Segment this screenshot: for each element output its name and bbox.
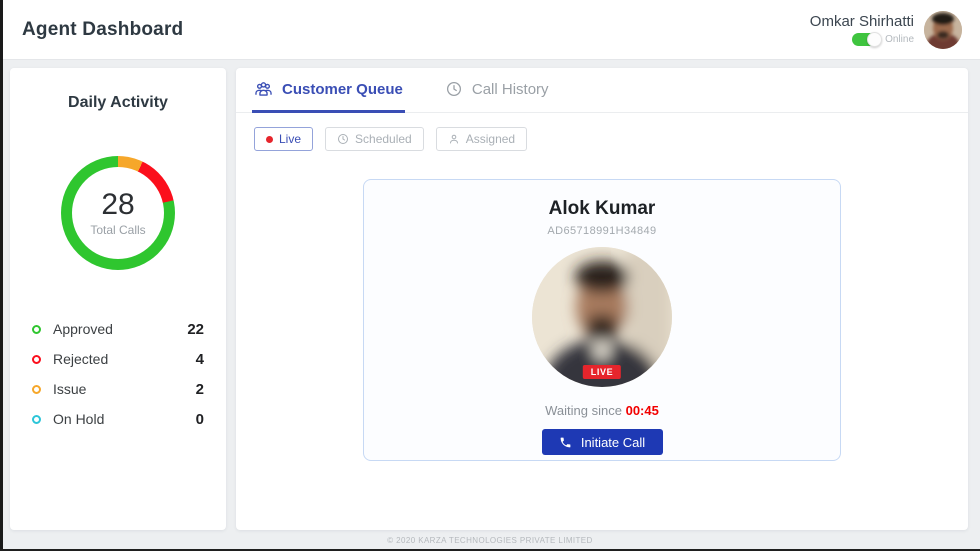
clock-icon [338, 134, 349, 144]
approved-ring-icon [32, 324, 41, 334]
online-status-label: Online [885, 34, 914, 45]
legend-value: 4 [195, 350, 204, 368]
legend-row-rejected: Rejected 4 [32, 344, 204, 374]
page-title: Agent Dashboard [22, 18, 184, 40]
activity-legend: Approved 22 Rejected 4 Issue 2 On Hold 0 [10, 314, 226, 434]
daily-activity-card: Daily Activity 28 Total Calls Approved 2… [10, 68, 226, 530]
phone-icon [560, 437, 571, 447]
legend-label: Approved [53, 321, 113, 337]
agent-dashboard-page: Agent Dashboard Omkar Shirhatti Online D… [0, 0, 980, 551]
customer-queue-card: Alok Kumar AD65718991H34849 LIVE Waiting… [363, 179, 841, 461]
on-hold-ring-icon [32, 414, 41, 424]
online-status-row: Online [852, 32, 914, 47]
total-calls-label: Total Calls [90, 222, 146, 237]
filter-label: Assigned [465, 132, 516, 146]
user-meta: Omkar Shirhatti Online [809, 13, 914, 47]
red-dot-icon [266, 135, 273, 143]
donut-center: 28 Total Calls [72, 167, 164, 259]
toggle-knob [867, 32, 883, 47]
queue-filters: Live Scheduled Assigned [236, 113, 968, 151]
daily-activity-title: Daily Activity [68, 94, 168, 111]
initiate-call-button[interactable]: Initiate Call [541, 429, 663, 455]
filter-label: Scheduled [355, 132, 412, 146]
issue-ring-icon [32, 384, 41, 394]
legend-value: 22 [187, 320, 204, 338]
customer-name: Alok Kumar [548, 198, 656, 219]
filter-scheduled[interactable]: Scheduled [325, 127, 424, 151]
agent-avatar[interactable] [924, 10, 962, 49]
live-badge: LIVE [582, 365, 622, 379]
frame-edge-left [0, 0, 3, 551]
legend-label: Issue [53, 381, 87, 397]
waiting-since-label: Waiting since [545, 403, 622, 418]
customer-avatar: LIVE [532, 247, 672, 387]
tab-label: Call History [471, 80, 549, 98]
total-calls-donut-chart: 28 Total Calls [61, 156, 175, 270]
filter-assigned[interactable]: Assigned [435, 127, 528, 151]
customer-id: AD65718991H34849 [547, 225, 657, 237]
tab-label: Customer Queue [282, 80, 403, 98]
group-icon [255, 81, 272, 96]
online-toggle[interactable] [852, 32, 883, 47]
tab-customer-queue[interactable]: Customer Queue [252, 68, 405, 113]
legend-label: Rejected [53, 351, 109, 367]
header-user-area: Omkar Shirhatti Online [809, 10, 962, 49]
legend-row-approved: Approved 22 [32, 314, 204, 344]
filter-label: Live [279, 132, 302, 146]
legend-value: 2 [195, 380, 204, 398]
agent-name: Omkar Shirhatti [809, 13, 914, 30]
person-icon [449, 134, 458, 144]
rejected-ring-icon [32, 354, 41, 364]
main-panel: Customer Queue Call History Live Schedul… [236, 68, 968, 530]
filter-live[interactable]: Live [254, 127, 314, 151]
initiate-call-label: Initiate Call [580, 434, 646, 450]
copyright-text: © 2020 KARZA TECHNOLOGIES PRIVATE LIMITE… [387, 536, 593, 545]
app-header: Agent Dashboard Omkar Shirhatti Online [0, 0, 980, 60]
legend-value: 0 [195, 410, 204, 428]
waiting-timer: 00:45 [625, 403, 659, 418]
tabs-row: Customer Queue Call History [236, 68, 968, 113]
history-icon [446, 81, 461, 97]
tab-call-history[interactable]: Call History [443, 68, 551, 113]
legend-row-issue: Issue 2 [32, 374, 204, 404]
legend-label: On Hold [53, 411, 105, 427]
total-calls-value: 28 [101, 188, 135, 222]
agent-avatar-image [924, 10, 962, 49]
waiting-since-row: Waiting since 00:45 [364, 403, 840, 418]
legend-row-on-hold: On Hold 0 [32, 404, 204, 434]
